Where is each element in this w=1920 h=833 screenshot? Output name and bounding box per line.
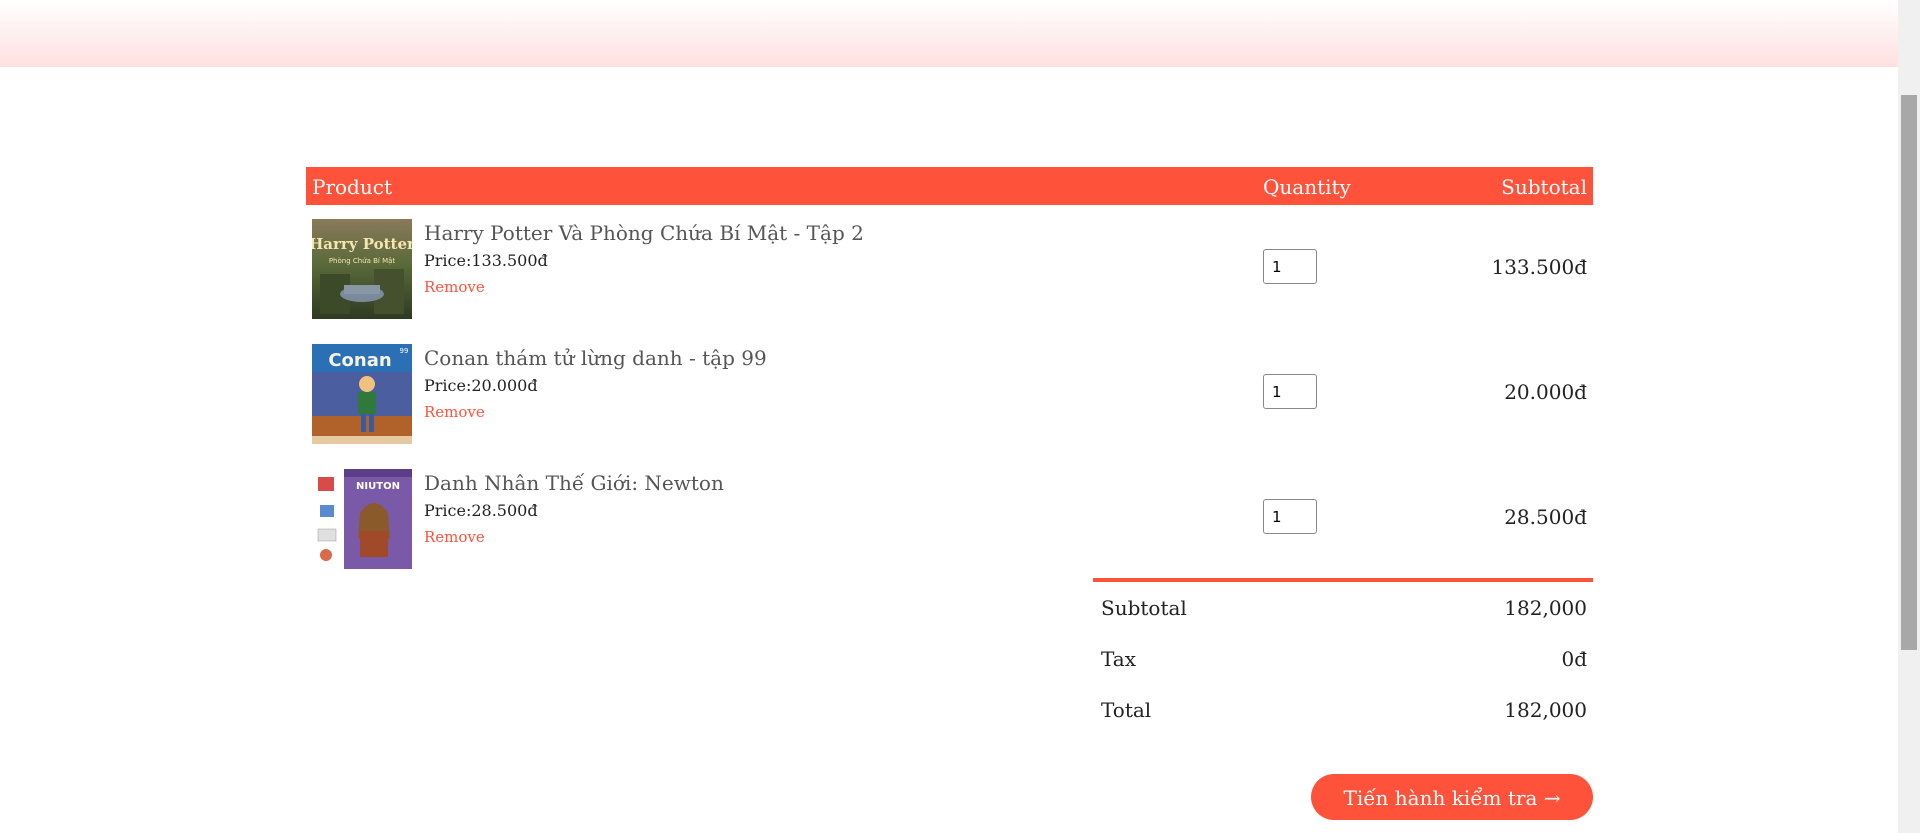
remove-link[interactable]: Remove: [424, 278, 864, 296]
svg-text:99: 99: [400, 347, 409, 355]
totals-subtotal-label: Subtotal: [1101, 596, 1187, 620]
cart-totals: Subtotal 182,000 Tax 0đ Total 182,000: [1093, 578, 1593, 735]
totals-tax-value: 0đ: [1561, 647, 1587, 671]
product-title[interactable]: Conan thám tử lừng danh - tập 99: [424, 346, 767, 370]
header-quantity: Quantity: [1263, 175, 1351, 199]
totals-total-label: Total: [1101, 698, 1152, 722]
product-price: Price:28.500đ: [424, 501, 538, 520]
page-scrollbar[interactable]: [1898, 0, 1920, 833]
totals-subtotal-value: 182,000: [1504, 596, 1587, 620]
cart-table-header: Product Quantity Subtotal: [306, 167, 1593, 205]
quantity-input[interactable]: [1263, 499, 1317, 534]
remove-link[interactable]: Remove: [424, 528, 724, 546]
product-info: Harry Potter Và Phòng Chứa Bí Mật - Tập …: [424, 221, 864, 296]
svg-text:Conan: Conan: [328, 350, 391, 371]
totals-tax-label: Tax: [1101, 647, 1136, 671]
checkout-button[interactable]: Tiến hành kiểm tra →: [1311, 774, 1593, 820]
book-cover-image[interactable]: NIUTON: [312, 469, 412, 569]
product-info: Danh Nhân Thế Giới: Newton Price:28.500đ…: [424, 471, 724, 546]
totals-tax-row: Tax 0đ: [1093, 633, 1593, 684]
header-subtotal: Subtotal: [1501, 175, 1587, 199]
quantity-input[interactable]: [1263, 249, 1317, 284]
cart-row: Conan 99 Conan thám tử lừng danh - tập 9…: [306, 330, 1593, 455]
row-subtotal: 20.000đ: [1504, 380, 1587, 404]
book-cover-image[interactable]: Conan 99: [312, 344, 412, 444]
totals-subtotal-row: Subtotal 182,000: [1093, 582, 1593, 633]
product-title[interactable]: Harry Potter Và Phòng Chứa Bí Mật - Tập …: [424, 221, 864, 245]
product-price: Price:133.500đ: [424, 251, 548, 270]
svg-text:NIUTON: NIUTON: [356, 481, 400, 492]
totals-total-row: Total 182,000: [1093, 684, 1593, 735]
svg-text:Phòng Chứa Bí Mật: Phòng Chứa Bí Mật: [329, 257, 396, 265]
header-band: [0, 0, 1898, 67]
totals-total-value: 182,000: [1504, 698, 1587, 722]
cart-page: Product Quantity Subtotal Harry Potter P…: [0, 0, 1920, 833]
product-info: Conan thám tử lừng danh - tập 99 Price:2…: [424, 346, 767, 421]
cart-table: Product Quantity Subtotal Harry Potter P…: [306, 167, 1593, 580]
product-title[interactable]: Danh Nhân Thế Giới: Newton: [424, 471, 724, 495]
cart-row: Harry Potter Phòng Chứa Bí Mật Harry Pot…: [306, 205, 1593, 330]
row-subtotal: 133.500đ: [1491, 255, 1587, 279]
svg-text:Harry Potter: Harry Potter: [312, 235, 412, 253]
cart-row: NIUTON Danh Nhân Thế Giới: Newton Price:…: [306, 455, 1593, 580]
book-cover-image[interactable]: Harry Potter Phòng Chứa Bí Mật: [312, 219, 412, 319]
quantity-input[interactable]: [1263, 374, 1317, 409]
row-subtotal: 28.500đ: [1504, 505, 1587, 529]
scrollbar-thumb[interactable]: [1901, 95, 1917, 650]
header-product: Product: [312, 175, 392, 199]
remove-link[interactable]: Remove: [424, 403, 767, 421]
product-price: Price:20.000đ: [424, 376, 538, 395]
